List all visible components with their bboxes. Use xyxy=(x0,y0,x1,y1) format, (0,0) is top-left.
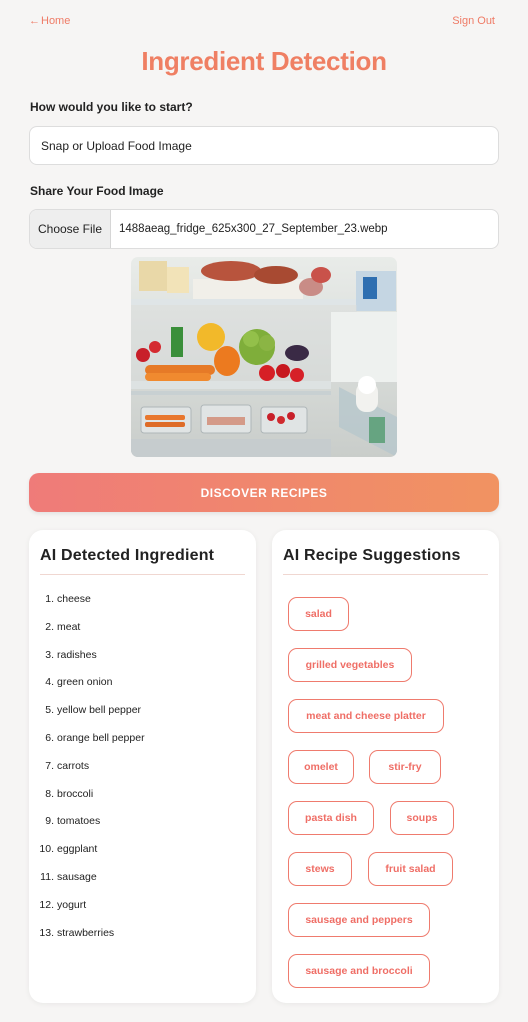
ingredient-list: 1. cheese 2. meat 3. radishes 4. green onion… xyxy=(29,593,256,954)
recipe-chip[interactable]: stews xyxy=(288,852,352,886)
start-label: How would you like to start? xyxy=(30,100,193,114)
recipe-chip[interactable]: meat and cheese platter xyxy=(288,699,444,733)
recipe-chip[interactable]: stir-fry xyxy=(369,750,441,784)
list-item: 10. eggplant xyxy=(39,843,98,856)
recipe-chip[interactable]: grilled vegetables xyxy=(288,648,412,682)
ingredient-label: carrots xyxy=(57,759,90,772)
ingredient-label: eggplant xyxy=(57,843,98,856)
list-item: 1. cheese xyxy=(45,593,91,605)
recipe-chip[interactable]: soups xyxy=(390,801,454,835)
recipes-divider xyxy=(283,574,488,575)
list-item: 3. radishes xyxy=(45,648,97,661)
recipe-chip[interactable]: sausage and peppers xyxy=(288,903,430,937)
share-image-label: Share Your Food Image xyxy=(30,184,164,198)
recipe-chip[interactable]: sausage and broccoli xyxy=(288,954,430,988)
fridge-image xyxy=(131,257,397,457)
discover-recipes-button[interactable]: DISCOVER RECIPES xyxy=(29,473,499,512)
ingredient-label: cheese xyxy=(57,593,91,605)
list-item: 13. strawberries xyxy=(39,926,115,939)
list-item: 11. sausage xyxy=(40,870,97,883)
list-item: 8. broccoli xyxy=(45,787,94,800)
recipes-title: AI Recipe Suggestions xyxy=(283,547,461,564)
ingredient-label: orange bell pepper xyxy=(57,731,145,744)
food-image-preview xyxy=(131,257,397,457)
ingredients-divider xyxy=(40,574,245,575)
ingredients-title: AI Detected Ingredient xyxy=(40,547,215,564)
list-item: 4. green onion xyxy=(45,676,113,689)
start-method-select[interactable]: Snap or Upload Food Image xyxy=(29,126,499,165)
list-item: 6. orange bell pepper xyxy=(45,731,145,744)
ingredient-label: strawberries xyxy=(57,926,115,939)
ingredient-label: yogurt xyxy=(57,898,87,911)
ingredient-label: radishes xyxy=(57,648,97,661)
detected-ingredients-card: AI Detected Ingredient 1. cheese 2. meat 3… xyxy=(29,530,256,1003)
sign-out-link[interactable]: Sign Out xyxy=(452,15,495,27)
recipe-chip[interactable]: fruit salad xyxy=(368,852,453,886)
list-item: 2. meat xyxy=(45,620,81,633)
home-link-label: Home xyxy=(41,15,71,27)
file-name: 1488aeag_fridge_625x300_27_September_23.… xyxy=(119,223,388,235)
list-item: 12. yogurt xyxy=(39,898,87,911)
ingredient-label: yellow bell pepper xyxy=(57,704,142,717)
page-title: Ingredient Detection xyxy=(141,46,387,76)
recipe-chip[interactable]: pasta dish xyxy=(288,801,374,835)
recipe-suggestions-card: AI Recipe Suggestions salad grilled vege… xyxy=(272,530,499,1003)
arrow-left-icon: ← xyxy=(29,15,40,27)
ingredient-detection-page: ←Home Sign Out Ingredient Detection How … xyxy=(0,0,528,1022)
top-nav: ←Home Sign Out xyxy=(0,0,528,44)
ingredient-label: broccoli xyxy=(57,787,94,800)
ingredient-label: sausage xyxy=(57,870,97,883)
ingredient-label: meat xyxy=(57,620,81,633)
list-item: 9. tomatoes xyxy=(45,815,101,828)
list-item: 5. yellow bell pepper xyxy=(45,704,142,717)
ingredient-label: tomatoes xyxy=(57,815,101,828)
ingredient-label: green onion xyxy=(57,676,113,689)
file-input[interactable]: Choose File 1488aeag_fridge_625x300_27_S… xyxy=(29,209,499,249)
recipe-chip[interactable]: salad xyxy=(288,597,349,631)
list-item: 7. carrots xyxy=(45,759,90,772)
recipe-chip[interactable]: omelet xyxy=(288,750,354,784)
choose-file-button[interactable]: Choose File xyxy=(30,210,111,248)
home-link[interactable]: ←Home xyxy=(29,15,70,27)
